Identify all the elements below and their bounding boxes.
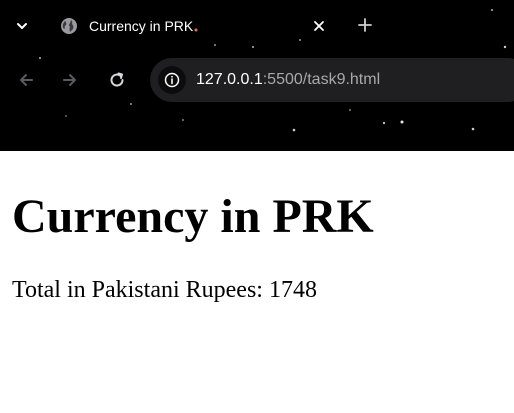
tab-title: Currency in PRK [89,18,194,34]
page-title: Currency in PRK [12,190,374,243]
chevron-down-icon[interactable] [10,14,34,38]
url-host: 127.0.0.1 [196,71,263,88]
page-content: Currency in PRK Total in Pakistani Rupee… [0,151,514,413]
browser-chrome: Currency in PRK 127.0.0.1:5500/task9.htm… [0,0,514,151]
reload-icon[interactable] [103,66,131,94]
tab-strip: Currency in PRK [0,0,514,51]
info-icon[interactable] [158,66,186,94]
navigation-toolbar: 127.0.0.1:5500/task9.html [0,56,514,104]
arrow-right-icon[interactable] [56,66,84,94]
url-text: 127.0.0.1:5500/task9.html [196,69,380,91]
url-path: :5500/task9.html [262,71,381,88]
browser-tab[interactable]: Currency in PRK [50,6,340,46]
close-icon[interactable] [310,17,328,35]
arrow-left-icon[interactable] [12,66,40,94]
plus-icon[interactable] [354,14,376,36]
globe-icon [60,17,78,35]
address-bar[interactable]: 127.0.0.1:5500/task9.html [150,58,514,102]
total-rupees-text: Total in Pakistani Rupees: 1748 [12,277,317,303]
